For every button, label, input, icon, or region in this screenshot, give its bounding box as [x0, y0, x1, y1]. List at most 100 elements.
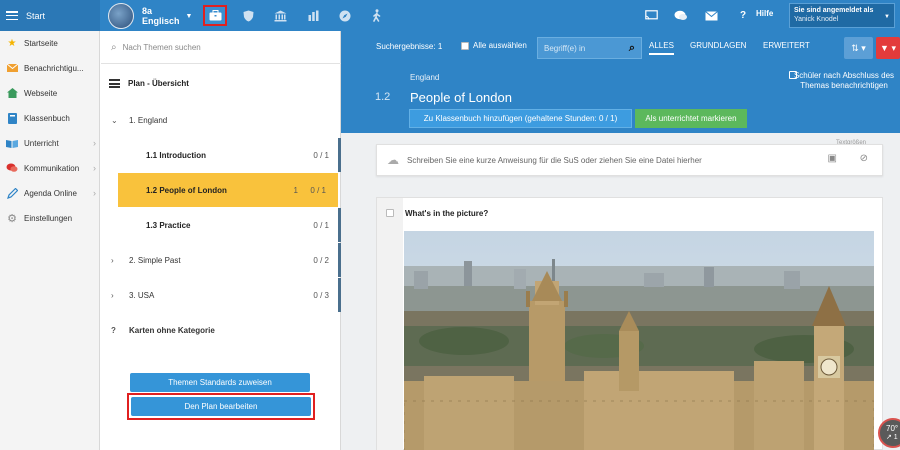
tab-extended[interactable]: ERWEITERT	[763, 41, 810, 50]
term-search-input[interactable]: Begriff(e) in ⌕	[537, 37, 642, 59]
content-header: Suchergebnisse: 1 Alle auswählen Begriff…	[341, 31, 900, 133]
question-text: What's in the picture?	[405, 209, 489, 218]
nav-item-startseite[interactable]: ★ Startseite	[0, 34, 100, 52]
nav-item-einstellungen[interactable]: ⚙ Einstellungen	[0, 209, 100, 227]
assign-standards-button[interactable]: Themen Standards zuweisen	[130, 373, 310, 392]
gear-icon: ⚙	[7, 212, 17, 225]
bar-chart-icon[interactable]	[301, 5, 325, 26]
tree-unit-usa[interactable]: › 3. USA 0 / 3	[101, 278, 341, 312]
chat-icon	[6, 162, 18, 174]
select-all-checkbox[interactable]: Alle auswählen	[461, 41, 527, 50]
start-label: Start	[26, 10, 46, 21]
nav-label: Einstellungen	[24, 213, 73, 223]
nav-label: Kommunikation	[24, 163, 80, 173]
lesson-count: 0 / 1	[310, 185, 326, 195]
card-gutter	[377, 198, 403, 450]
chevron-down-icon: ⌄	[111, 115, 118, 125]
no-category-label: Karten ohne Kategorie	[129, 325, 215, 335]
edit-plan-button[interactable]: Den Plan bearbeiten	[131, 397, 311, 416]
start-button[interactable]: Start	[0, 0, 100, 31]
chevron-right-icon: ›	[93, 138, 96, 148]
help-icon[interactable]: ?	[740, 0, 746, 31]
institution-icon[interactable]	[268, 5, 292, 26]
add-to-classbook-button[interactable]: Zu Klassenbuch hinzufügen (gehaltene Stu…	[409, 109, 632, 128]
class-selector[interactable]: 8a Englisch ▼	[108, 3, 192, 29]
compass-icon[interactable]	[333, 5, 357, 26]
lesson-label: 1.1 Introduction	[146, 150, 206, 160]
plan-title: Plan - Übersicht	[109, 79, 189, 88]
notify-students-option[interactable]: Schüler nach Abschluss des Themas benach…	[789, 71, 899, 91]
london-photo	[404, 231, 874, 450]
top-bar: Start 8a Englisch ▼ ? Hilfe Sie sind ang…	[0, 0, 900, 31]
image-icon[interactable]: ▣	[828, 153, 837, 164]
book-icon	[6, 112, 18, 124]
pen-icon	[6, 187, 18, 199]
notify-checkbox[interactable]	[789, 71, 797, 79]
filter-icon: ▼ ▾	[880, 42, 896, 53]
nav-label: Unterricht	[24, 138, 59, 148]
nav-item-webseite[interactable]: Webseite	[0, 84, 100, 102]
list-icon	[109, 79, 120, 88]
filter-bar: Suchergebnisse: 1 Alle auswählen Begriff…	[341, 31, 900, 61]
lesson-label: 1.3 Practice	[146, 220, 191, 230]
nav-item-klassenbuch[interactable]: Klassenbuch	[0, 109, 100, 127]
term-search-placeholder: Begriff(e) in	[544, 43, 586, 53]
instruction-input[interactable]: ☁ Schreiben Sie eine kurze Anweisung für…	[376, 144, 883, 176]
mark-taught-button[interactable]: Als unterrichtet markieren	[635, 109, 747, 128]
star-icon: ★	[7, 37, 17, 49]
unit-label: 2. Simple Past	[129, 255, 181, 265]
topic-search-placeholder: Nach Themen suchen	[122, 42, 201, 52]
tree-unit-simple-past[interactable]: › 2. Simple Past 0 / 2	[101, 243, 341, 277]
shield-icon[interactable]	[236, 5, 260, 26]
lesson-count: 0 / 1	[313, 220, 329, 230]
checkbox[interactable]	[461, 41, 469, 50]
hamburger-icon[interactable]	[6, 11, 18, 20]
help-label[interactable]: Hilfe	[756, 9, 773, 18]
lesson-number: 1.2	[375, 91, 391, 103]
sort-button[interactable]: ⇅ ▾	[844, 37, 873, 59]
user-menu[interactable]: Sie sind angemeldet als Yanick Knodel ▼	[789, 3, 895, 28]
screen-share-icon[interactable]	[645, 0, 658, 31]
nav-label: Benachrichtigu...	[24, 63, 84, 73]
search-icon[interactable]: ⌕	[629, 42, 635, 55]
search-results-count: Suchergebnisse: 1	[376, 42, 443, 51]
temperature-gauge[interactable]: 70° ↗ 1	[878, 418, 900, 448]
lesson-label: 1.2 People of London	[146, 185, 227, 195]
nav-item-benachrichtigungen[interactable]: Benachrichtigu...	[0, 59, 100, 77]
breadcrumb[interactable]: England	[410, 73, 439, 82]
home-icon	[6, 87, 18, 99]
unit-count: 0 / 3	[313, 290, 329, 300]
tab-basics[interactable]: GRUNDLAGEN	[690, 41, 746, 50]
tree-no-category[interactable]: ? Karten ohne Kategorie	[101, 313, 341, 347]
chevron-right-icon: ›	[111, 255, 114, 265]
paperclip-icon[interactable]: ⊘	[860, 153, 868, 164]
nav-item-unterricht[interactable]: Unterricht ›	[0, 134, 100, 152]
search-icon: ⌕	[111, 41, 117, 53]
nav-item-kommunikation[interactable]: Kommunikation ›	[0, 159, 100, 177]
tree-unit-england[interactable]: ⌄ 1. England	[101, 103, 341, 137]
chat-icon[interactable]	[674, 0, 688, 31]
lesson-badge: 1	[293, 185, 298, 195]
user-name: Yanick Knodel	[794, 16, 839, 23]
question-card: What's in the picture?	[376, 197, 883, 450]
briefcase-icon[interactable]	[203, 5, 227, 26]
unit-label: 3. USA	[129, 290, 155, 300]
cloud-upload-icon[interactable]: ☁	[387, 153, 399, 167]
gauge-sub: ↗ 1	[886, 434, 898, 441]
tree-lesson-people-of-london[interactable]: 1.2 People of London 1 0 / 1	[118, 173, 338, 207]
chevron-down-icon: ▼	[884, 14, 890, 20]
hiking-icon[interactable]	[365, 5, 389, 26]
tree-lesson-introduction[interactable]: 1.1 Introduction 0 / 1	[101, 138, 341, 172]
tree-lesson-practice[interactable]: 1.3 Practice 0 / 1	[101, 208, 341, 242]
topic-search-input[interactable]: ⌕ Nach Themen suchen	[101, 31, 341, 64]
nav-label: Agenda Online	[24, 188, 77, 198]
left-nav: ★ Startseite Benachrichtigu... Webseite …	[0, 31, 100, 450]
filter-button[interactable]: ▼ ▾	[876, 37, 900, 59]
mail-icon[interactable]	[705, 0, 718, 31]
chevron-right-icon: ›	[93, 188, 96, 198]
nav-item-agenda-online[interactable]: Agenda Online ›	[0, 184, 100, 202]
card-checkbox[interactable]	[386, 209, 394, 217]
class-name: 8a	[142, 6, 153, 16]
user-login-label: Sie sind angemeldet als	[794, 7, 874, 14]
tab-all[interactable]: ALLES	[649, 41, 674, 55]
